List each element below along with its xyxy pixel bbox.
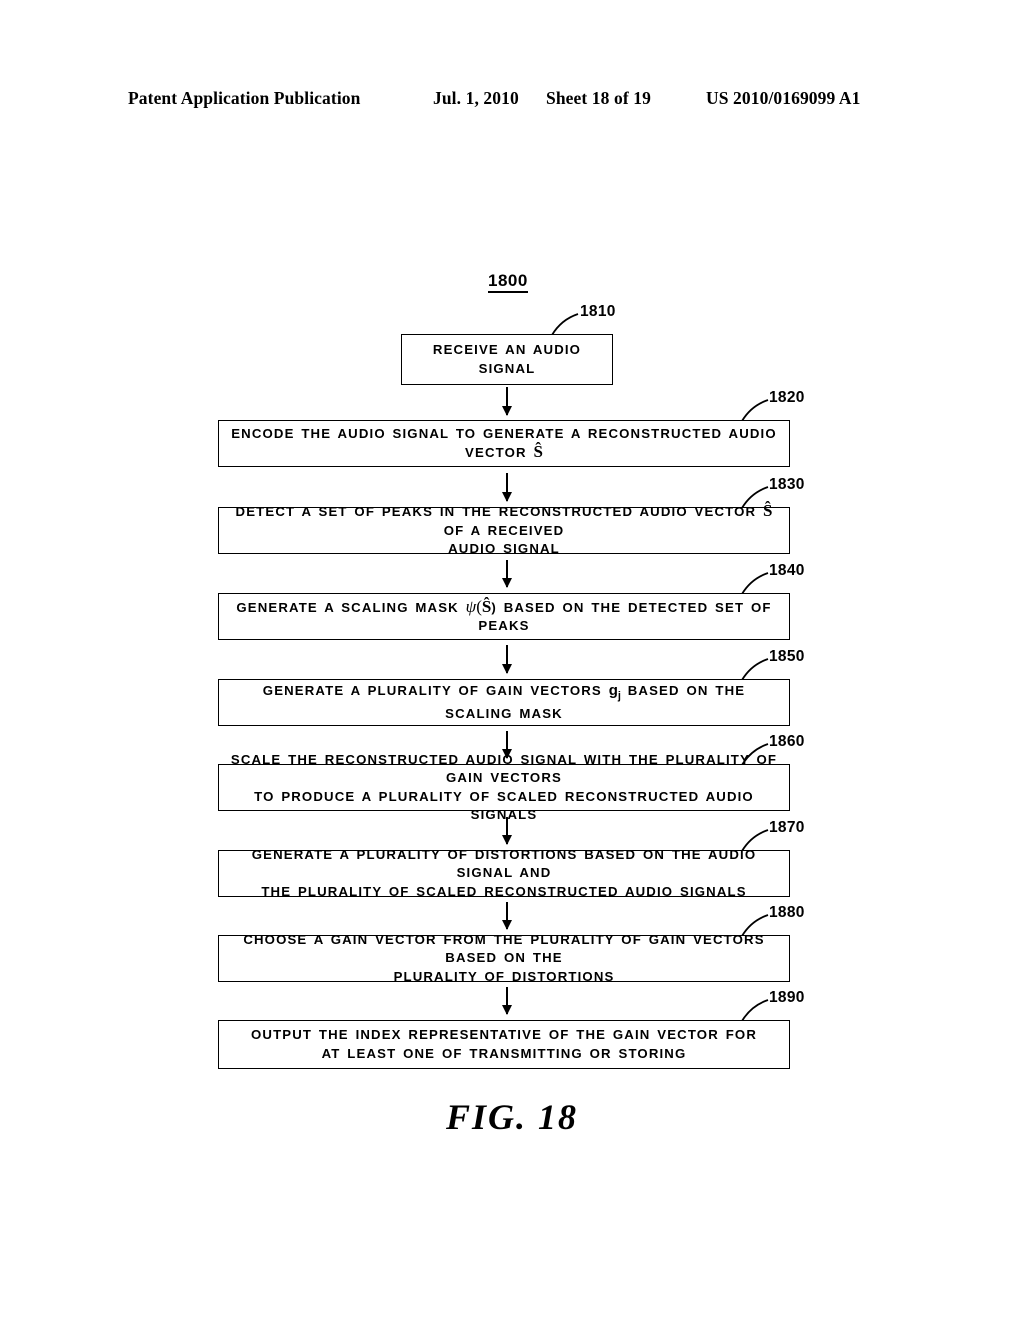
ref-numeral-1850: 1850	[769, 648, 805, 665]
process-box-1890-label: OUTPUT THE INDEX REPRESENTATIVE OF THE G…	[251, 1027, 757, 1061]
arrow-1840-to-1850	[502, 645, 512, 674]
process-box-1810-label: RECEIVE AN AUDIO SIGNAL	[432, 342, 582, 376]
process-box-1840-label: GENERATE A SCALING MASK ψ(Ŝ) BASED ON TH…	[236, 596, 772, 633]
leader-1810	[551, 313, 579, 336]
s-hat-symbol: Ŝ	[481, 596, 492, 616]
arrow-1880-to-1890	[502, 987, 512, 1015]
gain-vector-symbol: gj	[608, 681, 621, 702]
arrow-1870-to-1880	[502, 902, 512, 930]
leader-1820	[741, 399, 769, 422]
arrow-1830-to-1840	[502, 560, 512, 588]
psi-symbol: ψ	[465, 596, 477, 616]
process-box-1880[interactable]: CHOOSE A GAIN VECTOR FROM THE PLURALITY …	[218, 932, 794, 986]
leader-1890	[741, 999, 769, 1022]
ref-numeral-1890: 1890	[769, 989, 805, 1006]
ref-numeral-1860: 1860	[769, 733, 805, 750]
process-box-1870-label: GENERATE A PLURALITY OF DISTORTIONS BASE…	[251, 846, 757, 899]
process-box-1860-label: SCALE THE RECONSTRUCTED AUDIO SIGNAL WIT…	[230, 751, 778, 823]
process-box-1870[interactable]: GENERATE A PLURALITY OF DISTORTIONS BASE…	[218, 847, 794, 901]
leader-1840	[741, 572, 769, 595]
s-hat-symbol: Ŝ	[762, 501, 773, 521]
process-box-1810[interactable]: RECEIVE AN AUDIO SIGNAL	[401, 334, 617, 389]
arrow-1820-to-1830	[502, 473, 512, 502]
process-box-1880-label: CHOOSE A GAIN VECTOR FROM THE PLURALITY …	[243, 931, 765, 984]
process-box-1850[interactable]: GENERATE A PLURALITY OF GAIN VECTORS gj …	[218, 679, 794, 730]
process-box-1890[interactable]: OUTPUT THE INDEX REPRESENTATIVE OF THE G…	[218, 1020, 794, 1073]
leader-1850	[741, 658, 769, 681]
process-box-1820-label: ENCODE THE AUDIO SIGNAL TO GENERATE A RE…	[231, 425, 777, 461]
process-box-1850-label: GENERATE A PLURALITY OF GAIN VECTORS gj …	[262, 681, 746, 722]
ref-numeral-1880: 1880	[769, 904, 805, 921]
ref-numeral-1820: 1820	[769, 389, 805, 406]
figure-caption: FIG. 18	[445, 1097, 579, 1137]
process-box-1840[interactable]: GENERATE A SCALING MASK ψ(Ŝ) BASED ON TH…	[218, 593, 794, 644]
s-hat-symbol: Ŝ	[533, 442, 543, 461]
ref-numeral-1840: 1840	[769, 562, 805, 579]
ref-numeral-1810: 1810	[580, 303, 616, 320]
arrow-1810-to-1820	[502, 387, 512, 416]
process-box-1830[interactable]: DETECT A SET OF PEAKS IN THE RECONSTRUCT…	[218, 502, 794, 558]
process-box-1860[interactable]: SCALE THE RECONSTRUCTED AUDIO SIGNAL WIT…	[218, 752, 794, 822]
process-box-1820[interactable]: ENCODE THE AUDIO SIGNAL TO GENERATE A RE…	[218, 420, 794, 471]
ref-numeral-1830: 1830	[769, 476, 805, 493]
process-box-1830-label: DETECT A SET OF PEAKS IN THE RECONSTRUCT…	[235, 501, 773, 557]
